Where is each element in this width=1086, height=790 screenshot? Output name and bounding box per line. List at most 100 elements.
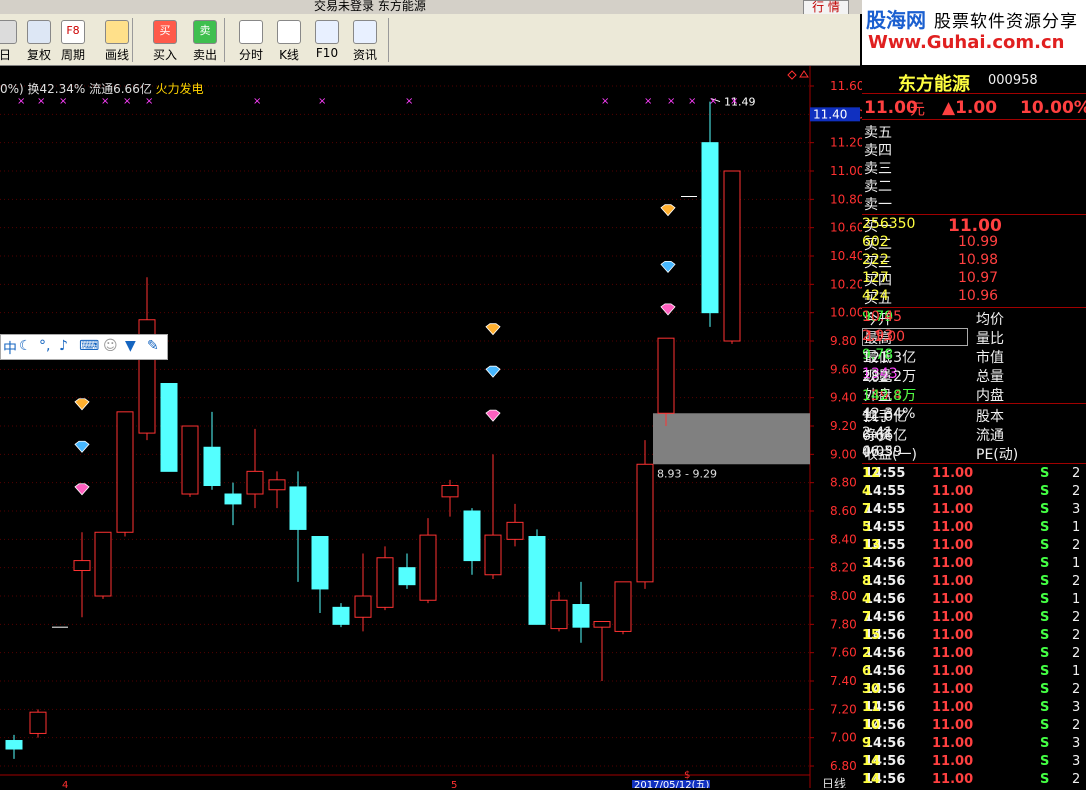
y-tick-label: 6.80 <box>830 759 857 773</box>
candle-body <box>203 446 221 487</box>
toolbar-button-label: 分时 <box>238 48 263 62</box>
signal-mark: × <box>145 96 153 107</box>
tick-count: 1 <box>1072 664 1081 679</box>
divider <box>862 307 1086 308</box>
candle-body <box>181 425 199 495</box>
tick-row: 14:56 11.00 11 S 3 <box>862 700 1086 718</box>
toolbar-button-3[interactable]: 画线 <box>98 20 136 64</box>
candle-body <box>268 479 286 491</box>
toolbar-button-label: K线 <box>279 48 299 62</box>
stats-row: 外盘 139.4万 内盘 142.8万 <box>862 385 1086 404</box>
stat-value: 10.45 <box>862 309 903 325</box>
stats-row: 最低 9.78 市值 121.3亿 <box>862 347 1086 366</box>
logo-url: Www.Guhai.com.cn <box>868 32 1065 53</box>
y-tick-label: 7.00 <box>830 731 857 745</box>
punctuation-icon[interactable]: °, <box>39 338 50 354</box>
y-tick-label: 11.00 <box>830 164 862 178</box>
signal-mark: × <box>601 96 609 107</box>
microphone-icon[interactable]: ♪ <box>59 338 68 354</box>
chinese-mode-icon[interactable]: 中 <box>3 338 17 358</box>
tick-volume: 7 <box>862 610 872 625</box>
indicator-line: 0%) 换42.34% 流通6.66亿 火力发电 <box>0 80 204 97</box>
y-tick-label: 7.80 <box>830 617 857 631</box>
stats2-row: 换手 42.34% 股本 11.0亿 <box>862 406 1086 425</box>
tick-count: 2 <box>1072 574 1081 589</box>
candle-body <box>354 595 372 618</box>
toolbar-button-5[interactable]: 卖卖出 <box>186 20 224 64</box>
candle-body <box>701 142 719 314</box>
moon-icon[interactable]: ☾ <box>19 338 32 354</box>
stat-value: 11.0亿 <box>862 409 908 425</box>
signal-mark: × <box>37 96 45 107</box>
price-change-pct: 10.00% <box>1020 98 1086 118</box>
signal-mark: × <box>709 96 717 107</box>
tick-row: 14:56 11.00 6 S 1 <box>862 664 1086 682</box>
wrench-icon[interactable]: ✎ <box>147 338 159 354</box>
tick-volume: 9 <box>862 736 872 751</box>
toolbar-button-4[interactable]: 买买入 <box>146 20 184 64</box>
tick-side: S <box>1040 556 1050 571</box>
candle-body <box>398 567 416 586</box>
tick-side: S <box>1040 466 1050 481</box>
quote-panel: 东方能源 000958 11.00 元 ▲1.00 10.00% 卖五 卖四 卖三 卖二 卖一 买一 1… <box>862 66 1086 788</box>
toolbar-button-1[interactable]: 复权 <box>20 20 58 64</box>
tick-volume: 4 <box>862 484 872 499</box>
y-tick-label: 10.40 <box>830 249 862 263</box>
tick-side: S <box>1040 664 1050 679</box>
divider <box>862 214 1086 215</box>
toolbar-button-label: 卖出 <box>192 48 217 62</box>
sell-level-row: 卖五 <box>862 122 1086 141</box>
candle-body <box>636 463 654 583</box>
tick-count: 2 <box>1072 682 1081 697</box>
intraday-icon <box>239 20 263 44</box>
x-axis-mark: 4 <box>62 780 68 788</box>
kline-chart[interactable]: 11.60 11.40 11.20 11.00 10.80 10.60 10.40 10.20… <box>0 66 862 788</box>
toolbar-button-9[interactable]: 资讯 <box>346 20 384 64</box>
candle-body <box>5 740 23 750</box>
diamond-icon <box>485 365 501 378</box>
signal-mark: × <box>318 96 326 107</box>
tick-count: 3 <box>1072 736 1081 751</box>
diamond-icon <box>660 204 676 217</box>
skin-icon[interactable]: ▼ <box>125 338 136 354</box>
tick-count: 2 <box>1072 484 1081 499</box>
floating-input-toolbar[interactable]: 中 ☾ °, ♪ ⌨ ☺ ▼ ✎ <box>0 334 168 360</box>
user-icon[interactable]: ☺ <box>103 338 118 354</box>
tick-side: S <box>1040 646 1050 661</box>
signal-mark: × <box>730 96 738 107</box>
diamond-icon <box>660 260 676 273</box>
y-tick-label: 7.60 <box>830 646 857 660</box>
candle-body <box>419 534 437 601</box>
candle-body <box>94 531 112 597</box>
restore-weight-icon <box>27 20 51 44</box>
tick-side: S <box>1040 682 1050 697</box>
signal-mark: × <box>59 96 67 107</box>
tick-volume: 8 <box>862 574 872 589</box>
max-price-label: 11.49 <box>724 96 756 109</box>
candle-body <box>484 534 502 576</box>
logo-name: 股海网 <box>866 8 926 32</box>
candle-body <box>506 521 524 540</box>
candle-body <box>116 411 134 533</box>
tick-count: 2 <box>1072 646 1081 661</box>
signal-mark: × <box>101 96 109 107</box>
candle-body <box>441 485 459 498</box>
sell-level-label: 卖四 <box>864 143 892 159</box>
toolbar-button-2[interactable]: F8 周期 <box>54 20 92 64</box>
stat-value: 142.8万 <box>862 388 917 404</box>
candle-body <box>614 581 632 632</box>
toolbar: 日复权 F8 周期 画线买买入卖卖出 分时 K线 F10 资讯 <box>0 14 860 66</box>
stock-code: 000958 <box>988 73 1038 88</box>
tick-side: S <box>1040 592 1050 607</box>
keyboard-icon[interactable]: ⌨ <box>79 338 99 354</box>
toolbar-button-7[interactable]: K线 <box>270 20 308 64</box>
toolbar-button-6[interactable]: 分时 <box>232 20 270 64</box>
candle-body <box>224 493 242 505</box>
stats2-row: 净资 2.41 流通 6.66亿 <box>862 425 1086 444</box>
toolbar-button-8[interactable]: F10 <box>308 20 346 64</box>
toolbar-separator <box>388 18 389 62</box>
window-title: 交易未登录 东方能源 <box>314 0 426 13</box>
sell-level-row: 卖二 <box>862 176 1086 195</box>
buy-level-volume: 256350 <box>862 216 916 232</box>
stats-row: 最高 11.00 量比 2.93 <box>862 328 1086 347</box>
